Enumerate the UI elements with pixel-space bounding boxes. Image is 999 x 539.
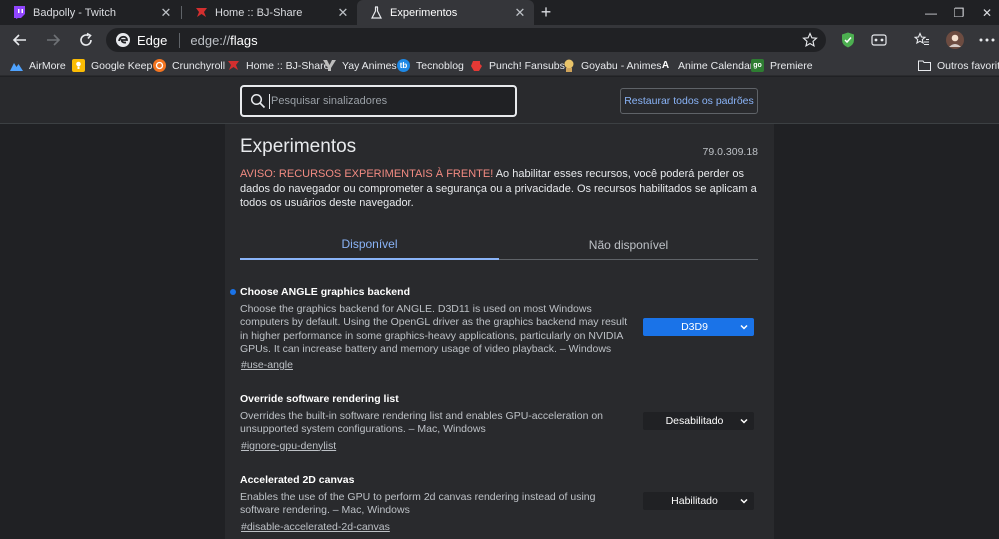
experiment-description: Overrides the built-in software renderin… <box>240 410 604 436</box>
experiment-tag-link[interactable]: #disable-accelerated-2d-canvas <box>241 521 758 533</box>
profile-avatar[interactable] <box>945 30 965 50</box>
experiment-tag-link[interactable]: #ignore-gpu-denylist <box>241 440 758 452</box>
bookmark-bj-share[interactable]: Home :: BJ-Share <box>227 58 329 73</box>
bookmark-tecnoblog[interactable]: tb Tecnoblog <box>397 58 464 73</box>
bookmark-anime-calendar[interactable]: A Anime Calendar <box>659 58 753 73</box>
search-input[interactable] <box>271 95 491 107</box>
bookmark-label: Tecnoblog <box>416 59 464 72</box>
experiment-value-select[interactable]: Desabilitado <box>643 412 754 430</box>
bookmark-label: Outros favoritos <box>937 59 999 72</box>
bookmark-label: Punch! Fansubs <box>489 59 565 72</box>
close-tab-icon[interactable]: ✕ <box>335 5 351 21</box>
forward-arrow-icon <box>47 34 61 46</box>
airmore-icon <box>10 59 23 72</box>
shield-extension-icon[interactable] <box>838 30 858 50</box>
close-tab-icon[interactable]: ✕ <box>512 5 528 21</box>
back-button[interactable] <box>8 28 32 52</box>
refresh-button[interactable] <box>74 28 98 52</box>
warning-message: AVISO: RECURSOS EXPERIMENTAIS À FRENTE! … <box>240 167 760 211</box>
experiment-description: Enables the use of the GPU to perform 2d… <box>240 491 596 517</box>
favorite-star-icon[interactable] <box>802 32 818 48</box>
twitch-icon <box>12 6 26 20</box>
search-field[interactable] <box>240 85 517 117</box>
experiment-value-select[interactable]: Habilitado <box>643 492 754 510</box>
version-label: 79.0.309.18 <box>702 146 758 158</box>
bookmarks-bar: AirMore Google Keep Crunchyroll Home :: … <box>0 55 999 76</box>
settings-more-icon[interactable] <box>977 30 997 50</box>
flask-icon <box>369 6 383 20</box>
bookmark-premiere[interactable]: go Premiere <box>751 58 813 73</box>
bookmark-label: Anime Calendar <box>678 59 754 72</box>
address-divider <box>179 32 181 48</box>
favorites-icon[interactable] <box>912 30 932 50</box>
tab-title: Experimentos <box>390 6 458 19</box>
bookmark-label: Crunchyroll <box>172 59 226 72</box>
bookmark-crunchyroll[interactable]: Crunchyroll <box>153 58 225 73</box>
experiment-tag-link[interactable]: #use-angle <box>241 359 758 371</box>
other-favorites-folder[interactable]: Outros favoritos <box>918 58 999 73</box>
availability-tabs: Disponível Não disponível <box>240 230 758 260</box>
google-keep-icon <box>72 59 85 72</box>
address-bar[interactable]: Edge edge://flags <box>106 28 826 52</box>
experiment-name: Accelerated 2D canvas <box>240 474 355 486</box>
bookmark-google-keep[interactable]: Google Keep <box>72 58 152 73</box>
tab-twitch[interactable]: Badpolly - Twitch ✕ <box>0 0 180 25</box>
site-label: Edge <box>137 32 168 48</box>
anime-calendar-icon: A <box>661 60 670 71</box>
experiment-value-select[interactable]: D3D9 <box>643 318 754 336</box>
forward-button[interactable] <box>41 28 65 52</box>
text-cursor <box>269 93 270 109</box>
modified-indicator <box>230 289 236 295</box>
tab-strip: Badpolly - Twitch ✕ Home :: BJ-Share ✕ E… <box>0 0 999 25</box>
bookmark-goyabu[interactable]: Goyabu - Animes <box>562 58 662 73</box>
search-icon <box>250 93 266 109</box>
tab-experimentos[interactable]: Experimentos ✕ <box>357 0 534 25</box>
tab-available[interactable]: Disponível <box>240 230 499 260</box>
warning-heading: AVISO: RECURSOS EXPERIMENTAIS À FRENTE! <box>240 168 494 180</box>
experiment-description: Choose the graphics backend for ANGLE. D… <box>240 303 628 355</box>
reset-all-button[interactable]: Restaurar todos os padrões <box>620 88 758 114</box>
bookmark-label: Goyabu - Animes <box>581 59 662 72</box>
bookmark-yay-animes[interactable]: Yay Animes <box>323 58 397 73</box>
folder-icon <box>918 59 931 72</box>
bj-share-icon <box>227 59 240 72</box>
experiment-accelerated-2d-canvas: Accelerated 2D canvas Enables the use of… <box>240 474 758 533</box>
yay-animes-icon <box>323 59 336 72</box>
goyabu-icon <box>562 59 575 72</box>
refresh-icon <box>80 32 92 46</box>
url-text: edge://flags <box>190 33 257 48</box>
bj-share-icon <box>194 6 208 20</box>
crunchyroll-icon <box>153 59 166 72</box>
gamepad-extension-icon[interactable] <box>869 30 889 50</box>
tab-title: Home :: BJ-Share <box>215 6 303 19</box>
premiere-icon: go <box>751 59 764 72</box>
experiment-name: Choose ANGLE graphics backend <box>240 286 410 298</box>
experiment-name: Override software rendering list <box>240 393 399 405</box>
close-tab-icon[interactable]: ✕ <box>158 5 174 21</box>
bookmark-label: Yay Animes <box>342 59 397 72</box>
tecnoblog-icon: tb <box>397 59 410 72</box>
bookmark-label: Google Keep <box>91 59 153 72</box>
new-tab-button[interactable]: + <box>537 3 555 21</box>
flags-header: Restaurar todos os padrões <box>0 77 999 124</box>
experiments-panel: Experimentos 79.0.309.18 AVISO: RECURSOS… <box>225 124 774 539</box>
bookmark-label: Home :: BJ-Share <box>246 59 330 72</box>
page-title: Experimentos <box>240 136 357 157</box>
bookmark-airmore[interactable]: AirMore <box>10 58 66 73</box>
punch-fansubs-icon <box>470 59 483 72</box>
experiment-use-angle: Choose ANGLE graphics backend Choose the… <box>230 286 758 371</box>
tab-title: Badpolly - Twitch <box>33 6 116 19</box>
url-path: flags <box>230 32 258 48</box>
bookmark-punch-fansubs[interactable]: Punch! Fansubs <box>470 58 565 73</box>
tab-bj-share[interactable]: Home :: BJ-Share ✕ <box>182 0 357 25</box>
bookmark-label: Premiere <box>770 59 813 72</box>
url-prefix: edge:// <box>190 32 231 48</box>
experiment-ignore-gpu-denylist: Override software rendering list Overrid… <box>240 393 758 452</box>
browser-toolbar: Edge edge://flags <box>0 25 999 55</box>
close-window-button[interactable]: ✕ <box>971 0 999 25</box>
bookmark-label: AirMore <box>29 59 66 72</box>
edge-logo-icon <box>116 33 130 47</box>
back-arrow-icon <box>12 34 26 46</box>
tab-unavailable[interactable]: Não disponível <box>499 230 758 260</box>
